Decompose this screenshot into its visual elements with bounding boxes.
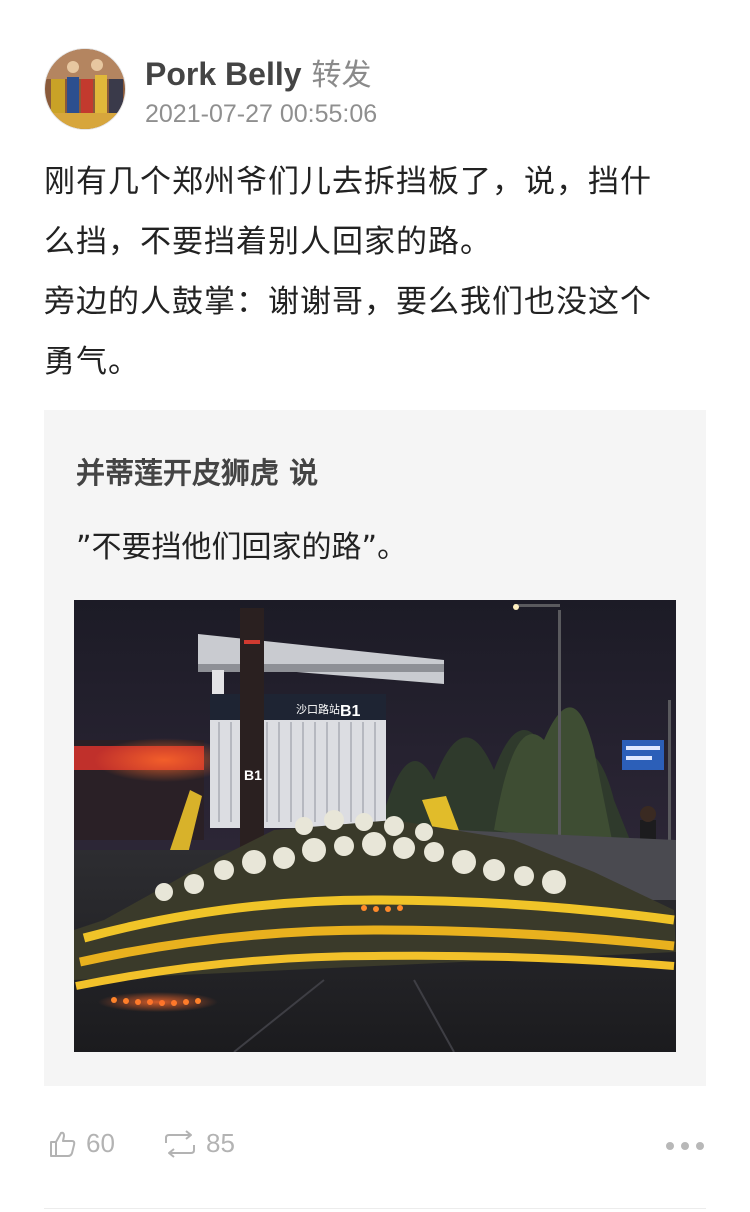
post-body: 刚有几个郑州爷们儿去拆挡板了，说，挡什 么挡，不要挡着别人回家的路。 旁边的人鼓… <box>44 152 708 392</box>
more-dot <box>696 1142 704 1150</box>
repost-text: ”不要挡他们回家的路”。 <box>76 530 408 565</box>
username[interactable]: Pork Belly <box>145 56 302 93</box>
like-button[interactable]: 60 <box>48 1128 115 1159</box>
more-dot <box>666 1142 674 1150</box>
reposted-card[interactable]: 并蒂莲开皮狮虎 说 ”不要挡他们回家的路”。 沙口路站 B1 B1 <box>44 410 706 1086</box>
entrance-sign: B1 <box>340 703 361 720</box>
post-text-line: 刚有几个郑州爷们儿去拆挡板了，说，挡什 <box>44 164 652 200</box>
totem-entrance-sign: B1 <box>244 767 262 783</box>
repost-count: 85 <box>206 1128 235 1158</box>
avatar[interactable] <box>44 48 126 130</box>
avatar-image <box>45 49 125 129</box>
repost-author[interactable]: 并蒂莲开皮狮虎 说 <box>76 450 318 492</box>
station-name-sign: 沙口路站 <box>296 702 340 716</box>
post-timestamp: 2021-07-27 00:55:06 <box>145 100 378 128</box>
name-row: Pork Belly 转发 <box>145 50 372 94</box>
like-count: 60 <box>86 1128 115 1158</box>
post-text-line: 勇气。 <box>44 344 140 380</box>
more-dots-icon[interactable] <box>666 1142 704 1150</box>
repost-arrows-icon <box>165 1129 195 1158</box>
thumbs-up-icon <box>50 1131 76 1157</box>
divider <box>44 1208 706 1209</box>
post-action-label: 转发 <box>311 58 372 93</box>
post-actions-bar: 60 85 <box>0 1118 750 1178</box>
memorial-photo[interactable]: 沙口路站 B1 B1 <box>74 600 676 1052</box>
repost-button[interactable]: 85 <box>162 1128 235 1159</box>
more-dot <box>681 1142 689 1150</box>
post-text-line: 旁边的人鼓掌：谢谢哥，要么我们也没这个 <box>44 284 652 320</box>
post-text-line: 么挡，不要挡着别人回家的路。 <box>44 224 492 260</box>
post-header: Pork Belly 转发 2021-07-27 00:55:06 <box>44 48 706 132</box>
